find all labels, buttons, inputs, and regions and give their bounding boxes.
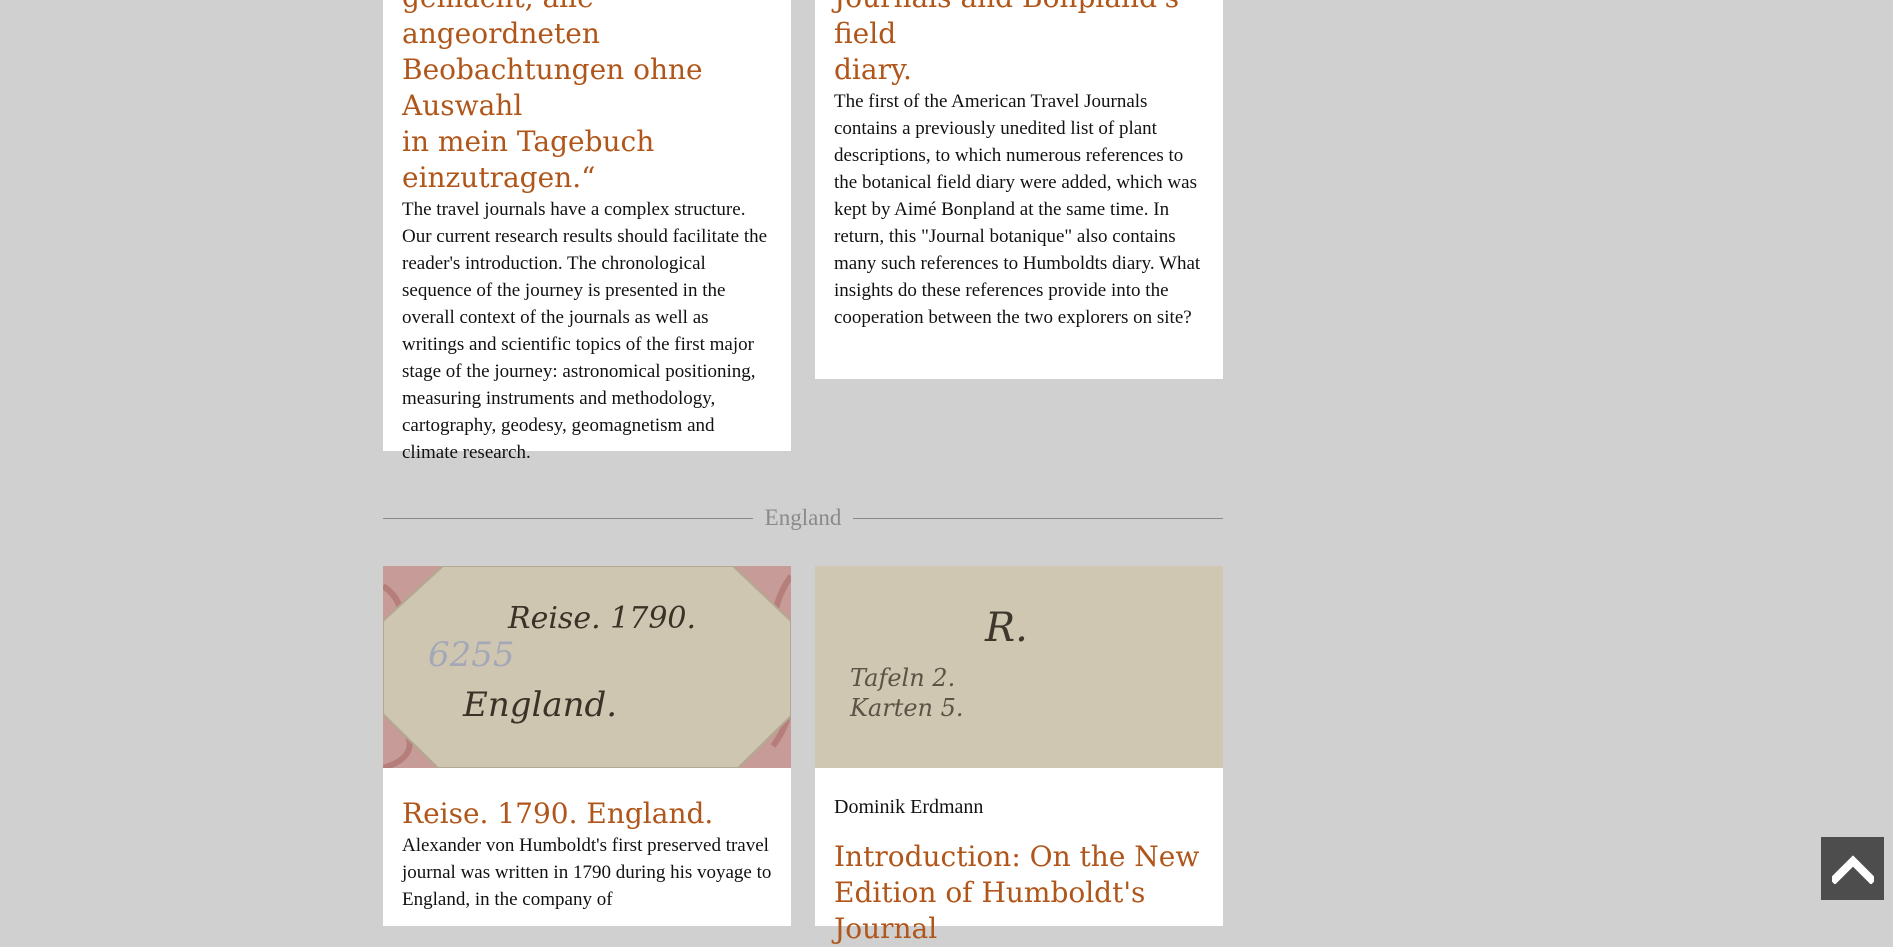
back-to-top-button[interactable] [1821,837,1884,900]
article-card: R. Tafeln 2. Karten 5. Dominik Erdmann I… [815,566,1223,945]
manuscript-handwriting: Tafeln 2. [850,664,955,692]
section-heading: England [764,505,842,530]
chevron-up-icon [1831,854,1874,884]
manuscript-handwriting: R. [984,605,1028,651]
author-name[interactable]: Dominik Erdmann [834,796,1204,819]
card-title[interactable]: gemacht, alle angeordneten Beobachtungen… [402,0,772,196]
title-line[interactable]: einzutragen.“ [402,160,772,196]
title-line[interactable]: diary. [834,52,1204,88]
article-card: Reise. 1790. 6255 England. Reise. 1790. … [383,566,791,926]
manuscript-handwriting: Karten 5. [849,694,964,722]
title-line[interactable]: gemacht, alle angeordneten [402,0,772,52]
card-title[interactable]: Introduction: On the New Edition of Humb… [834,839,1204,947]
card-description: The travel journals have a complex struc… [402,199,768,463]
card-content: Reise. 1790. England. Alexander von Humb… [383,796,791,913]
title-line[interactable]: Beobachtungen ohne Auswahl [402,52,772,124]
section-divider: England [383,500,1223,536]
card-description: Alexander von Humboldt's first preserved… [402,835,772,910]
card-description: The first of the American Travel Journal… [834,91,1201,328]
title-line[interactable]: in mein Tagebuch [402,124,772,160]
article-card: gemacht, alle angeordneten Beobachtungen… [383,0,791,463]
manuscript-handwriting: Reise. 1790. [507,601,696,636]
manuscript-handwriting: England. [462,685,617,725]
card-content: Dominik Erdmann Introduction: On the New… [815,796,1223,947]
title-line[interactable]: Edition of Humboldt's Journal [834,875,1204,947]
manuscript-handwriting: 6255 [428,635,515,675]
title-line[interactable]: Introduction: On the New [834,839,1204,875]
manuscript-thumbnail[interactable]: Reise. 1790. 6255 England. [383,566,791,768]
divider-rule-right [853,517,1223,519]
article-card: Journals and Bonpland's field diary. The… [815,0,1223,379]
card-title[interactable]: Reise. 1790. England. [402,796,772,832]
manuscript-thumbnail[interactable]: R. Tafeln 2. Karten 5. [815,566,1223,768]
divider-rule-left [383,517,753,519]
title-line[interactable]: Journals and Bonpland's field [834,0,1204,52]
card-title[interactable]: Journals and Bonpland's field diary. [834,0,1204,88]
